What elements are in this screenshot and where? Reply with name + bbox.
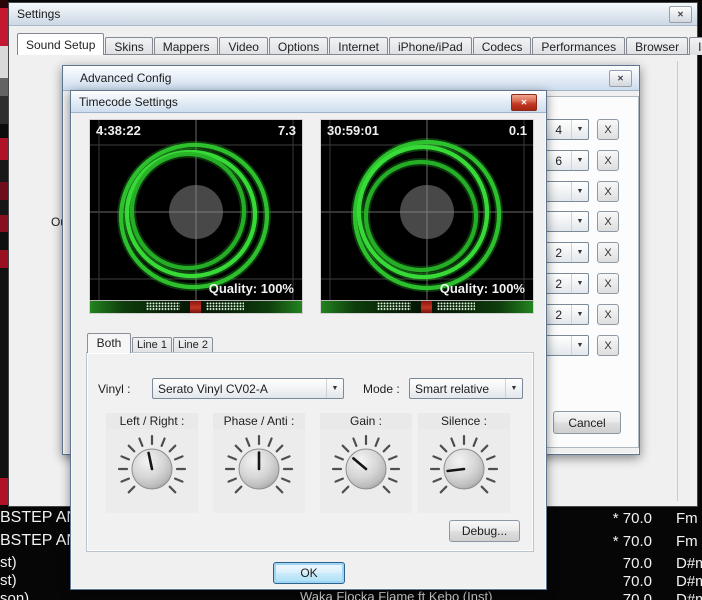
track-key-value[interactable]: D#m: [676, 555, 702, 572]
settings-titlebar: Settings ✕: [9, 3, 697, 26]
knob-silence[interactable]: Silence :: [418, 413, 510, 513]
knob-phase-anti[interactable]: Phase / Anti :: [213, 413, 305, 513]
ok-button[interactable]: OK: [273, 562, 345, 584]
debug-button[interactable]: Debug...: [449, 520, 520, 542]
scope-time-value: 4:38:22: [96, 123, 141, 138]
tab-line-1[interactable]: Line 1: [132, 337, 172, 353]
tab-performances[interactable]: Performances: [532, 37, 625, 55]
advanced-config-close-icon[interactable]: ✕: [609, 70, 632, 87]
chevron-down-icon: ▼: [326, 379, 343, 398]
mode-select[interactable]: Smart relative ▼: [409, 378, 523, 399]
tab-mappers[interactable]: Mappers: [154, 37, 219, 55]
virtualdj-settings-screen: BSTEP ANBSTEP ANst)st)son)* 70.0Fm* 70.0…: [0, 0, 702, 600]
mode-label: Mode :: [363, 382, 400, 396]
advanced-config-title: Advanced Config: [80, 71, 171, 85]
vinyl-select-value: Serato Vinyl CV02-A: [153, 382, 326, 396]
tab-both[interactable]: Both: [87, 333, 131, 353]
timecode-groupbox: Vinyl : Serato Vinyl CV02-A ▼ Mode : Sma…: [86, 352, 534, 552]
knob-label: Left / Right :: [106, 413, 198, 429]
track-name-fragment[interactable]: st): [0, 554, 70, 571]
tab-info[interactable]: Info: [689, 37, 702, 55]
tab-skins[interactable]: Skins: [105, 37, 152, 55]
tab-browser[interactable]: Browser: [626, 37, 688, 55]
tab-internet[interactable]: Internet: [329, 37, 388, 55]
tab-line-2[interactable]: Line 2: [173, 337, 213, 353]
scope-pitch-value: 0.1: [509, 123, 527, 138]
scope-quality-value: Quality: 100%: [209, 281, 294, 296]
timecode-settings-dialog: Timecode Settings ✕ 4:38:22 7.3 Quality: 1…: [70, 90, 547, 590]
tab-sound-setup[interactable]: Sound Setup: [17, 33, 104, 55]
track-bpm-value[interactable]: 70.0: [558, 591, 652, 600]
scope-quality-value: Quality: 100%: [440, 281, 525, 296]
chevron-down-icon: ▼: [571, 305, 588, 324]
remove-input-button[interactable]: X: [597, 150, 619, 171]
chevron-down-icon: ▼: [571, 212, 588, 231]
chevron-down-icon: ▼: [505, 379, 522, 398]
remove-input-button[interactable]: X: [597, 181, 619, 202]
chevron-down-icon: ▼: [571, 182, 588, 201]
track-title-partial[interactable]: Waka Flocka Flame ft Kebo (Inst): [300, 589, 562, 600]
tab-page-top-border: [17, 54, 689, 55]
track-bpm-value[interactable]: * 70.0: [558, 533, 652, 550]
tab-options[interactable]: Options: [269, 37, 328, 55]
timecode-waveform-strip: [321, 300, 533, 313]
remove-input-button[interactable]: X: [597, 273, 619, 294]
settings-close-icon[interactable]: ✕: [669, 6, 692, 23]
track-name-fragment[interactable]: son): [0, 590, 70, 600]
remove-input-button[interactable]: X: [597, 119, 619, 140]
mode-select-value: Smart relative: [410, 382, 505, 396]
track-bpm-value[interactable]: 70.0: [558, 573, 652, 590]
chevron-down-icon: ▼: [571, 151, 588, 170]
track-key-value[interactable]: Fm: [676, 533, 702, 550]
track-bpm-value[interactable]: 70.0: [558, 555, 652, 572]
settings-title: Settings: [17, 7, 60, 21]
timecode-titlebar: Timecode Settings ✕: [71, 91, 546, 113]
knob-left-right[interactable]: Left / Right :: [106, 413, 198, 513]
tab-iphone-ipad[interactable]: iPhone/iPad: [389, 37, 472, 55]
track-key-value[interactable]: D#m: [676, 591, 702, 600]
track-name-fragment[interactable]: st): [0, 572, 70, 589]
chevron-down-icon: ▼: [571, 274, 588, 293]
remove-input-button[interactable]: X: [597, 242, 619, 263]
timecode-waveform-strip: [90, 300, 302, 313]
remove-input-button[interactable]: X: [597, 335, 619, 356]
remove-input-button[interactable]: X: [597, 304, 619, 325]
settings-tab-strip: Sound SetupSkinsMappersVideoOptionsInter…: [17, 32, 689, 55]
tab-video[interactable]: Video: [219, 37, 267, 55]
knob-label: Gain :: [320, 413, 412, 429]
advanced-config-titlebar: Advanced Config ✕: [63, 66, 639, 91]
panel-divider-line: [677, 61, 678, 501]
track-name-fragment[interactable]: BSTEP AN: [0, 509, 70, 527]
vinyl-select[interactable]: Serato Vinyl CV02-A ▼: [152, 378, 344, 399]
chevron-down-icon: ▼: [571, 336, 588, 355]
timecode-title: Timecode Settings: [79, 95, 178, 109]
track-name-fragment[interactable]: BSTEP AN: [0, 532, 70, 550]
track-key-value[interactable]: Fm: [676, 510, 702, 527]
scope-time-value: 30:59:01: [327, 123, 379, 138]
chevron-down-icon: ▼: [571, 243, 588, 262]
knob-label: Silence :: [418, 413, 510, 429]
waveform-marker: [190, 301, 201, 313]
track-bpm-value[interactable]: * 70.0: [558, 510, 652, 527]
tab-codecs[interactable]: Codecs: [473, 37, 532, 55]
vinyl-label: Vinyl :: [98, 382, 130, 396]
remove-input-button[interactable]: X: [597, 211, 619, 232]
scope-pitch-value: 7.3: [278, 123, 296, 138]
knob-label: Phase / Anti :: [213, 413, 305, 429]
timecode-close-icon[interactable]: ✕: [511, 94, 537, 111]
timecode-scope-display: 4:38:22 7.3 Quality: 100%: [89, 119, 303, 314]
timecode-scope-display: 30:59:01 0.1 Quality: 100%: [320, 119, 534, 314]
waveform-marker: [421, 301, 432, 313]
knob-gain[interactable]: Gain :: [320, 413, 412, 513]
dj-app-left-edge: [0, 0, 8, 505]
track-key-value[interactable]: D#m: [676, 573, 702, 590]
chevron-down-icon: ▼: [571, 120, 588, 139]
cancel-button[interactable]: Cancel: [553, 411, 621, 434]
